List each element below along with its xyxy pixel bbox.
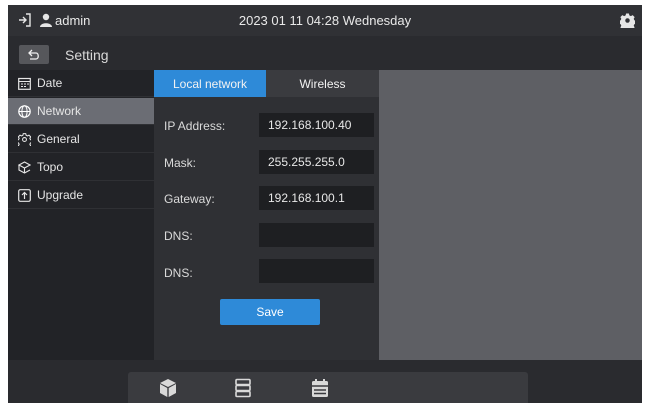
- gateway-field[interactable]: 192.168.100.1: [259, 186, 374, 210]
- dock: [128, 372, 528, 403]
- sidebar-item-upgrade[interactable]: Upgrade: [8, 182, 154, 209]
- ip-address-label: IP Address:: [164, 119, 226, 133]
- upgrade-icon: [18, 188, 31, 202]
- right-panel: [379, 70, 642, 360]
- app-window: admin 2023 01 11 04:28 Wednesday Setting…: [8, 5, 642, 403]
- page-header: Setting: [8, 36, 642, 70]
- sidebar-item-label: Network: [37, 104, 82, 118]
- sidebar-item-topo[interactable]: Topo: [8, 154, 154, 181]
- cube-icon[interactable]: [158, 378, 178, 398]
- tab-local-network[interactable]: Local network: [154, 70, 266, 97]
- sidebar-item-label: Date: [37, 76, 63, 90]
- dns-primary-field[interactable]: [259, 223, 374, 247]
- server-list-icon[interactable]: [233, 378, 253, 398]
- sidebar-item-general[interactable]: General: [8, 126, 154, 153]
- calendar-icon: [18, 77, 31, 90]
- mask-label: Mask:: [164, 156, 197, 170]
- bottom-bar: [8, 360, 642, 403]
- dns-secondary-field[interactable]: [259, 259, 374, 283]
- sidebar-item-label: General: [37, 132, 80, 146]
- dns-secondary-label: DNS:: [164, 266, 193, 280]
- save-button[interactable]: Save: [220, 299, 320, 325]
- gateway-label: Gateway:: [164, 192, 215, 206]
- tab-wireless[interactable]: Wireless: [266, 70, 379, 97]
- back-button[interactable]: [19, 45, 49, 64]
- gear-icon: [18, 132, 31, 146]
- globe-icon: [18, 104, 31, 118]
- top-bar: admin 2023 01 11 04:28 Wednesday: [8, 5, 642, 36]
- topology-icon: [18, 160, 31, 174]
- page-title: Setting: [65, 47, 109, 63]
- date-time: 2023 01 11 04:28 Wednesday: [238, 13, 412, 28]
- sidebar-item-label: Topo: [37, 160, 64, 174]
- ip-address-field[interactable]: 192.168.100.40: [259, 113, 374, 137]
- settings-gear-icon[interactable]: [620, 13, 635, 28]
- dns-primary-label: DNS:: [164, 229, 193, 243]
- back-arrow-icon: [28, 49, 39, 60]
- sidebar-item-date[interactable]: Date: [8, 70, 154, 97]
- sidebar: Date Network General Topo Upgrade: [8, 70, 154, 360]
- mask-field[interactable]: 255.255.255.0: [259, 150, 374, 174]
- calendar-icon[interactable]: [310, 378, 330, 398]
- sidebar-item-network[interactable]: Network: [8, 98, 154, 125]
- sidebar-item-label: Upgrade: [37, 188, 84, 202]
- network-settings-panel: Local network Wireless IP Address: 192.1…: [154, 70, 379, 360]
